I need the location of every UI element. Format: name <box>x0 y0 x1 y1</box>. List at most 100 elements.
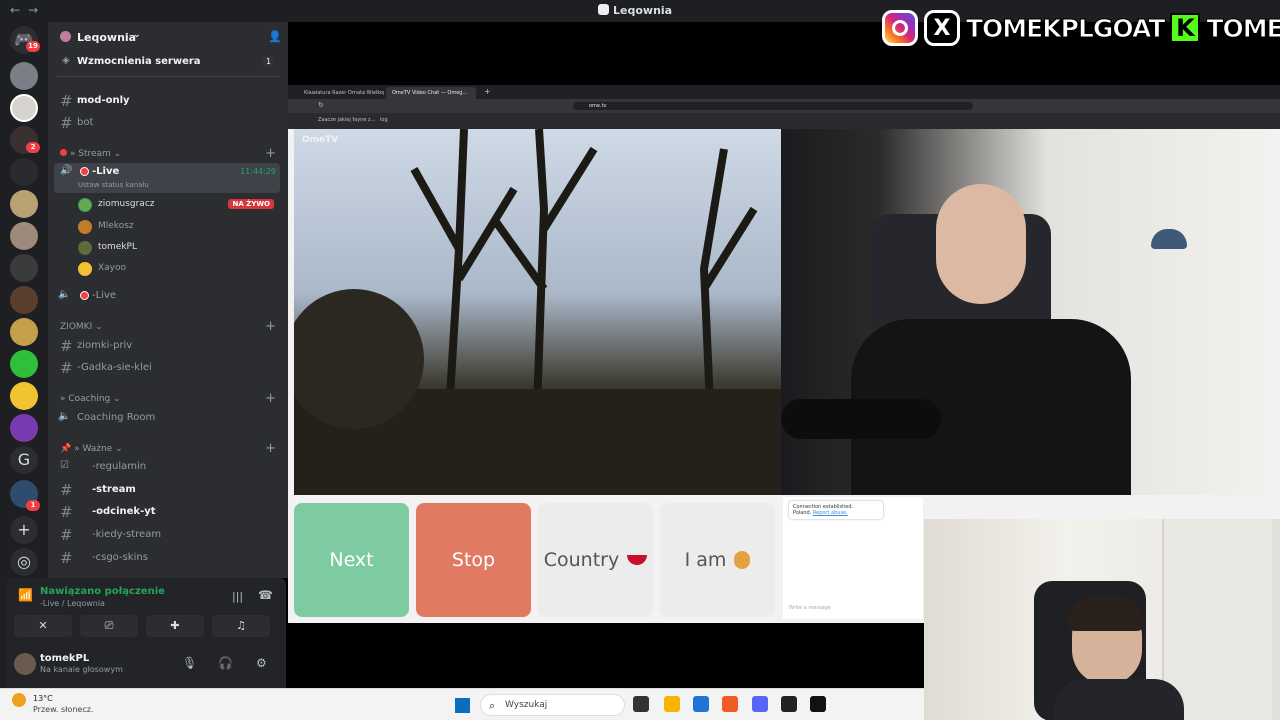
chat-panel: Connection established. Poland. Report a… <box>783 497 923 619</box>
category-stream[interactable]: » Stream ⌄ <box>60 149 121 159</box>
address-bar-row: ↻ ome.tv <box>288 99 1280 113</box>
voice-user[interactable]: ziomusgracz NA ŻYWO <box>76 196 276 214</box>
voice-channel-coaching[interactable]: 🔈 Coaching Room <box>54 408 282 428</box>
forward-arrow-icon[interactable]: → <box>28 3 46 17</box>
file-explorer-icon[interactable] <box>664 696 680 712</box>
camera-button[interactable]: ✕ <box>14 615 72 637</box>
add-channel-icon[interactable]: + <box>265 319 276 334</box>
channel-ziomki-priv[interactable]: # ziomki-priv <box>54 336 282 356</box>
hash-icon: # <box>60 337 73 355</box>
add-server-icon[interactable]: + <box>10 516 38 544</box>
server-icon[interactable] <box>10 286 38 314</box>
next-button[interactable]: Next <box>294 503 409 617</box>
channel-label: -kiedy-stream <box>92 529 162 540</box>
server-icon[interactable] <box>10 190 38 218</box>
terminal-icon[interactable] <box>810 696 826 712</box>
category-ziomki[interactable]: ZIOMKI ⌄ <box>60 322 103 332</box>
hash-icon: # <box>60 549 73 567</box>
reload-icon[interactable]: ↻ <box>318 101 324 109</box>
channel-gadka[interactable]: # -Gadka-sie-klei <box>54 358 282 378</box>
store-icon[interactable] <box>693 696 709 712</box>
server-icon[interactable] <box>10 318 38 346</box>
voice-channel-live[interactable]: 🔈 -Live <box>54 286 282 306</box>
server-icon-active[interactable] <box>10 94 38 122</box>
obs-icon[interactable] <box>781 696 797 712</box>
server-boost-row[interactable]: ◈ Wzmocnienia serwera 1 <box>54 52 282 72</box>
server-icon[interactable] <box>10 254 38 282</box>
windows-start-icon[interactable] <box>455 698 470 713</box>
microphone-icon[interactable]: 🎙 <box>182 656 197 670</box>
voice-channel-path[interactable]: -Live / Leqownia <box>40 599 105 608</box>
bookmark-item[interactable]: Zaacze jakiej fayne z... <box>318 117 375 123</box>
channel-odcinek[interactable]: # -odcinek-yt <box>54 502 282 522</box>
taskbar-search[interactable]: ⌕ Wyszukaj <box>480 694 625 716</box>
channel-status-prompt[interactable]: Ustaw status kanału <box>78 181 149 189</box>
bookmark-item[interactable]: log <box>380 117 388 123</box>
server-header[interactable]: Leqownia ⌄ 👤 <box>58 28 282 48</box>
channel-mod-only[interactable]: # mod-only <box>54 91 282 111</box>
new-tab-icon[interactable]: + <box>484 87 491 96</box>
channel-label: -csgo-skins <box>92 552 148 563</box>
activities-button[interactable]: ✚ <box>146 615 204 637</box>
voice-status: Nawiązano połączenie <box>40 586 165 597</box>
window-server-icon <box>598 4 609 15</box>
category-coaching[interactable]: » Coaching ⌄ <box>60 394 121 404</box>
current-user-status: Na kanale głosowym <box>40 665 123 674</box>
trees-silhouette <box>294 129 781 495</box>
channel-kiedy-stream[interactable]: # -kiedy-stream <box>54 525 282 545</box>
discover-icon[interactable]: ◎ <box>10 548 38 576</box>
back-arrow-icon[interactable]: ← <box>10 3 28 17</box>
screenshare-button[interactable]: ⎚ <box>80 615 138 637</box>
iam-button[interactable]: I am <box>660 503 775 617</box>
add-channel-icon[interactable]: + <box>265 391 276 406</box>
voice-user[interactable]: tomekPL <box>76 239 276 257</box>
channel-regulamin[interactable]: ☑ -regulamin <box>54 457 282 477</box>
microphone <box>781 399 941 439</box>
category-wazne[interactable]: 📌 » Ważne ⌄ <box>60 444 123 454</box>
disconnect-icon[interactable]: ☎ <box>258 588 273 602</box>
settings-gear-icon[interactable]: ⚙ <box>256 656 267 670</box>
voice-channel-live-active[interactable]: 🔊 -Live 11:44:29 Ustaw status kanału <box>54 163 280 193</box>
windows-taskbar: 13°C Przew. słonecz. ⌕ Wyszukaj <box>0 688 924 720</box>
weather-temperature[interactable]: 13°C <box>33 694 53 703</box>
add-channel-icon[interactable]: + <box>265 441 276 456</box>
channel-stream[interactable]: # -stream <box>54 480 282 500</box>
server-icon[interactable] <box>10 158 38 186</box>
chat-input[interactable]: Write a message <box>789 605 831 611</box>
voice-user[interactable]: Mlekosz <box>76 218 276 236</box>
avatar <box>78 241 92 255</box>
add-channel-icon[interactable]: + <box>265 146 276 161</box>
invite-people-icon[interactable]: 👤 <box>268 30 282 43</box>
avatar <box>78 198 92 212</box>
stop-button[interactable]: Stop <box>416 503 531 617</box>
browser-tab-active[interactable]: OmeTV Video Chat — Omeg... <box>386 87 476 99</box>
rules-icon: ☑ <box>60 460 69 471</box>
country-button[interactable]: Country <box>538 503 653 617</box>
server-icon[interactable] <box>10 222 38 250</box>
avatar[interactable] <box>14 653 36 675</box>
weather-description[interactable]: Przew. słonecz. <box>33 705 93 714</box>
task-view-icon[interactable] <box>633 696 649 712</box>
discord-taskbar-icon[interactable] <box>752 696 768 712</box>
brave-icon[interactable] <box>722 696 738 712</box>
soundboard-button[interactable]: ♫ <box>212 615 270 637</box>
voice-channel-label: -Live <box>92 290 117 301</box>
g-server-icon[interactable]: G <box>10 446 38 474</box>
server-icon[interactable] <box>10 62 38 90</box>
country-label: Country <box>543 549 620 571</box>
server-icon[interactable] <box>10 414 38 442</box>
server-icon[interactable] <box>10 350 38 378</box>
server-icon[interactable] <box>10 382 38 410</box>
noise-suppression-icon[interactable]: ||| <box>232 590 243 603</box>
channel-bot[interactable]: # bot <box>54 113 282 133</box>
url-field[interactable]: ome.tv <box>573 102 973 110</box>
nav-arrows[interactable]: ←→ <box>10 3 46 17</box>
channel-csgo[interactable]: # -csgo-skins <box>54 548 282 568</box>
handle-text: TOMEKPLGOAT <box>965 13 1165 43</box>
browser-tab[interactable]: Klawiatura Razer Ornata Wielkopolsk... <box>298 87 384 99</box>
headphones-icon[interactable]: 🎧 <box>218 656 233 670</box>
stream-screen: ←→ Leqownia X TOMEKPLGOAT K TOMEKPL 🎮 19… <box>0 0 1280 720</box>
report-abuse-link[interactable]: Report abuse. <box>813 510 848 516</box>
voice-user[interactable]: Xayoo <box>76 260 276 278</box>
live-badge: NA ŻYWO <box>228 199 274 209</box>
